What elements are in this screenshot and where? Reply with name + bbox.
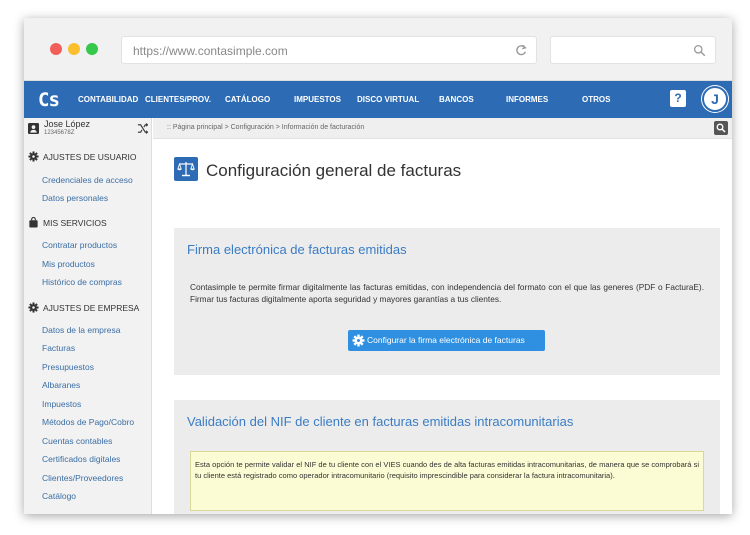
sidebar-item-albaranes[interactable]: Albaranes xyxy=(42,380,80,390)
sidebar-item-mis-productos[interactable]: Mis productos xyxy=(42,259,95,269)
user-card-icon xyxy=(28,123,39,134)
sidebar-item-facturas[interactable]: Facturas xyxy=(42,343,75,353)
page-title: Configuración general de facturas xyxy=(206,161,462,180)
nav-clientes-prov[interactable]: CLIENTES/PROV. xyxy=(145,95,211,104)
close-window-button[interactable] xyxy=(50,43,62,55)
bag-icon xyxy=(29,217,38,228)
user-id: 12345678Z xyxy=(44,130,75,136)
button-label: Configurar la firma electrónica de factu… xyxy=(367,335,525,345)
browser-search-bar[interactable] xyxy=(550,36,716,64)
page-icon xyxy=(174,157,198,181)
nav-disco-virtual[interactable]: DISCO VIRTUAL xyxy=(357,95,419,104)
note-text: Esta opción te permite validar el NIF de… xyxy=(195,460,699,480)
balance-scale-icon xyxy=(177,162,195,177)
contasimple-logo[interactable]: Cs xyxy=(38,89,60,111)
sidebar: Jose López 12345678Z AJUSTES DE USUARIO … xyxy=(24,118,152,514)
nav-otros[interactable]: OTROS xyxy=(582,95,610,104)
breadcrumb-bar: :: Página principal > Configuración > In… xyxy=(153,118,732,139)
sidebar-item-cuentas-contables[interactable]: Cuentas contables xyxy=(42,436,112,446)
configure-signature-button[interactable]: Configurar la firma electrónica de factu… xyxy=(348,330,545,351)
nav-informes[interactable]: INFORMES xyxy=(506,95,548,104)
sidebar-item-impuestos[interactable]: Impuestos xyxy=(42,399,81,409)
nav-bancos[interactable]: BANCOS xyxy=(439,95,474,104)
panel-validacion-nif: Validación del NIF de cliente en factura… xyxy=(174,400,720,514)
sidebar-item-historico-compras[interactable]: Histórico de compras xyxy=(42,277,122,287)
sidebar-item-datos-empresa[interactable]: Datos de la empresa xyxy=(42,325,120,335)
sidebar-item-credenciales[interactable]: Credenciales de acceso xyxy=(42,175,133,185)
user-name: Jose López xyxy=(44,119,91,129)
minimize-window-button[interactable] xyxy=(68,43,80,55)
main-navbar: Cs CONTABILIDAD CLIENTES/PROV. CATÁLOGO … xyxy=(24,81,732,118)
sidebar-item-contratar-productos[interactable]: Contratar productos xyxy=(42,240,117,250)
sidebar-item-presupuestos[interactable]: Presupuestos xyxy=(42,362,94,372)
search-icon xyxy=(716,123,726,133)
section-title: AJUSTES DE USUARIO xyxy=(43,152,137,162)
sidebar-item-catalogo[interactable]: Catálogo xyxy=(42,491,76,501)
section-ajustes-usuario: AJUSTES DE USUARIO xyxy=(28,150,151,164)
help-button[interactable]: ? xyxy=(670,90,686,107)
browser-chrome: https://www.contasimple.com xyxy=(24,18,732,81)
section-ajustes-empresa: AJUSTES DE EMPRESA xyxy=(28,301,151,315)
switch-account-icon[interactable] xyxy=(137,123,148,134)
search-button[interactable] xyxy=(714,121,728,135)
reload-icon[interactable] xyxy=(514,43,528,57)
section-title: MIS SERVICIOS xyxy=(43,218,107,228)
nav-contabilidad[interactable]: CONTABILIDAD xyxy=(78,95,138,104)
sidebar-item-clientes-proveedores[interactable]: Clientes/Proveedores xyxy=(42,473,123,483)
address-bar[interactable]: https://www.contasimple.com xyxy=(121,36,537,64)
info-note: Esta opción te permite validar el NIF de… xyxy=(190,451,704,511)
panel-title: Validación del NIF de cliente en factura… xyxy=(187,414,574,429)
nav-impuestos[interactable]: IMPUESTOS xyxy=(294,95,341,104)
breadcrumb: :: Página principal > Configuración > In… xyxy=(167,124,365,131)
search-icon xyxy=(693,44,706,57)
gear-icon xyxy=(352,334,365,347)
gear-icon xyxy=(28,151,39,162)
sidebar-item-metodos-pago[interactable]: Métodos de Pago/Cobro xyxy=(42,417,134,427)
user-box: Jose López 12345678Z xyxy=(24,118,151,140)
panel-firma-electronica: Firma electrónica de facturas emitidas C… xyxy=(174,228,720,375)
gear-icon xyxy=(28,302,39,313)
panel-description: Contasimple te permite firmar digitalmen… xyxy=(190,282,704,304)
url-text: https://www.contasimple.com xyxy=(133,44,288,58)
sidebar-item-datos-personales[interactable]: Datos personales xyxy=(42,193,108,203)
section-mis-servicios: MIS SERVICIOS xyxy=(28,216,151,230)
nav-catalogo[interactable]: CATÁLOGO xyxy=(225,95,270,104)
section-title: AJUSTES DE EMPRESA xyxy=(43,303,140,313)
maximize-window-button[interactable] xyxy=(86,43,98,55)
user-avatar[interactable]: J xyxy=(702,86,728,112)
panel-title: Firma electrónica de facturas emitidas xyxy=(187,242,407,257)
browser-window: https://www.contasimple.com Cs CONTABILI… xyxy=(24,18,732,514)
sidebar-item-certificados[interactable]: Certificados digitales xyxy=(42,454,120,464)
